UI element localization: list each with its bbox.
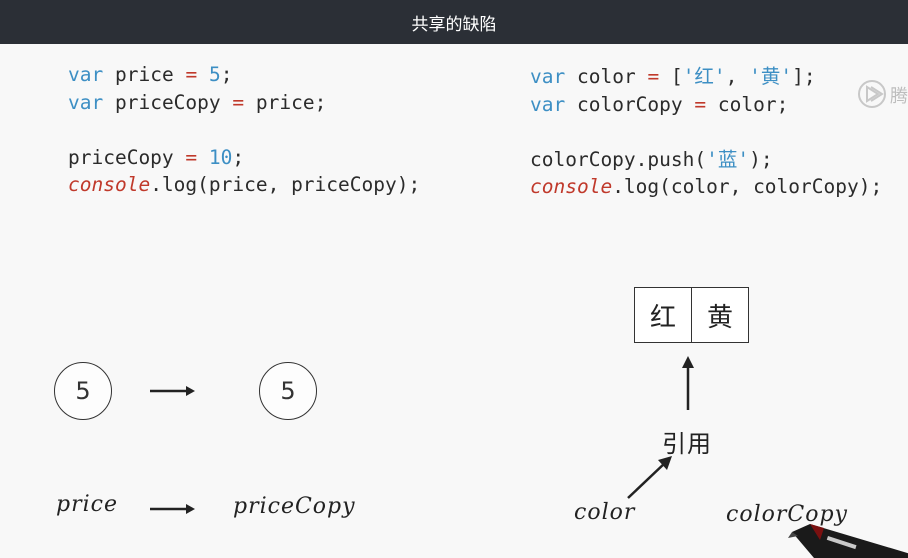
keyword: var [68, 63, 104, 86]
label-color: color [574, 500, 636, 525]
value-circle-pricecopy: 5 [259, 362, 317, 420]
code-line: priceCopy = 10; [68, 144, 420, 172]
operator: = [647, 65, 660, 88]
code-line: var priceCopy = price; [68, 89, 420, 117]
array-cell: 红 [649, 302, 676, 333]
code-line: colorCopy.push('蓝'); [530, 146, 882, 174]
pen-icon [788, 524, 908, 558]
string-literal: '黄' [749, 65, 793, 88]
identifier: color; [717, 92, 789, 116]
identifier: priceCopy [68, 145, 174, 169]
console-object: console [68, 173, 151, 196]
slide-title: 共享的缺陷 [411, 14, 497, 35]
code-line: var colorCopy = color; [530, 91, 882, 119]
punctuation: ; [232, 145, 245, 169]
watermark-text: 腾 [890, 86, 908, 106]
punctuation: , [725, 65, 750, 88]
label-price: price [56, 492, 118, 517]
code-block-reference: var color = ['红', '黄']; var colorCopy = c… [530, 63, 882, 201]
string-literal: '蓝' [706, 147, 750, 171]
operator: = [185, 63, 198, 86]
operator: = [694, 92, 707, 116]
punctuation: ; [220, 63, 233, 86]
console-object: console [530, 175, 613, 198]
method-call: .log(color, colorCopy); [612, 175, 883, 198]
method-call: .log(price, priceCopy); [150, 173, 421, 196]
keyword: var [68, 90, 104, 114]
value-circle-price: 5 [54, 362, 112, 420]
punctuation: ]; [792, 65, 816, 88]
arrow-diagonal-icon [627, 456, 672, 499]
arrow-right-icon [150, 386, 195, 396]
identifier: price [114, 63, 174, 86]
punctuation: ); [749, 147, 773, 171]
keyword: var [530, 65, 566, 88]
code-line: console.log(color, colorCopy); [530, 173, 882, 201]
label-pricecopy: priceCopy [233, 494, 356, 519]
code-line: console.log(price, priceCopy); [68, 171, 420, 199]
code-line: var price = 5; [68, 61, 420, 89]
code-line: var color = ['红', '黄']; [530, 63, 882, 91]
identifier: price; [255, 90, 327, 114]
arrow-up-icon [682, 356, 694, 410]
array-cell: 黄 [691, 288, 748, 342]
array-box: 红 黄 [634, 287, 749, 343]
number-literal: 10 [208, 145, 233, 169]
string-literal: '红' [682, 65, 726, 88]
identifier: priceCopy [114, 90, 221, 114]
method-call: colorCopy.push( [530, 147, 707, 171]
identifier: colorCopy [576, 92, 683, 116]
number-literal: 5 [208, 63, 221, 86]
operator: = [232, 90, 245, 114]
slide-title-bar: 共享的缺陷 [0, 0, 908, 44]
code-block-primitive: var price = 5; var priceCopy = price; pric… [68, 61, 420, 199]
operator: = [185, 145, 198, 169]
identifier: color [576, 65, 636, 88]
value-text: 5 [280, 377, 296, 405]
value-text: 5 [75, 377, 91, 405]
arrow-right-icon [150, 504, 195, 514]
keyword: var [530, 92, 566, 116]
punctuation: [ [670, 65, 683, 88]
